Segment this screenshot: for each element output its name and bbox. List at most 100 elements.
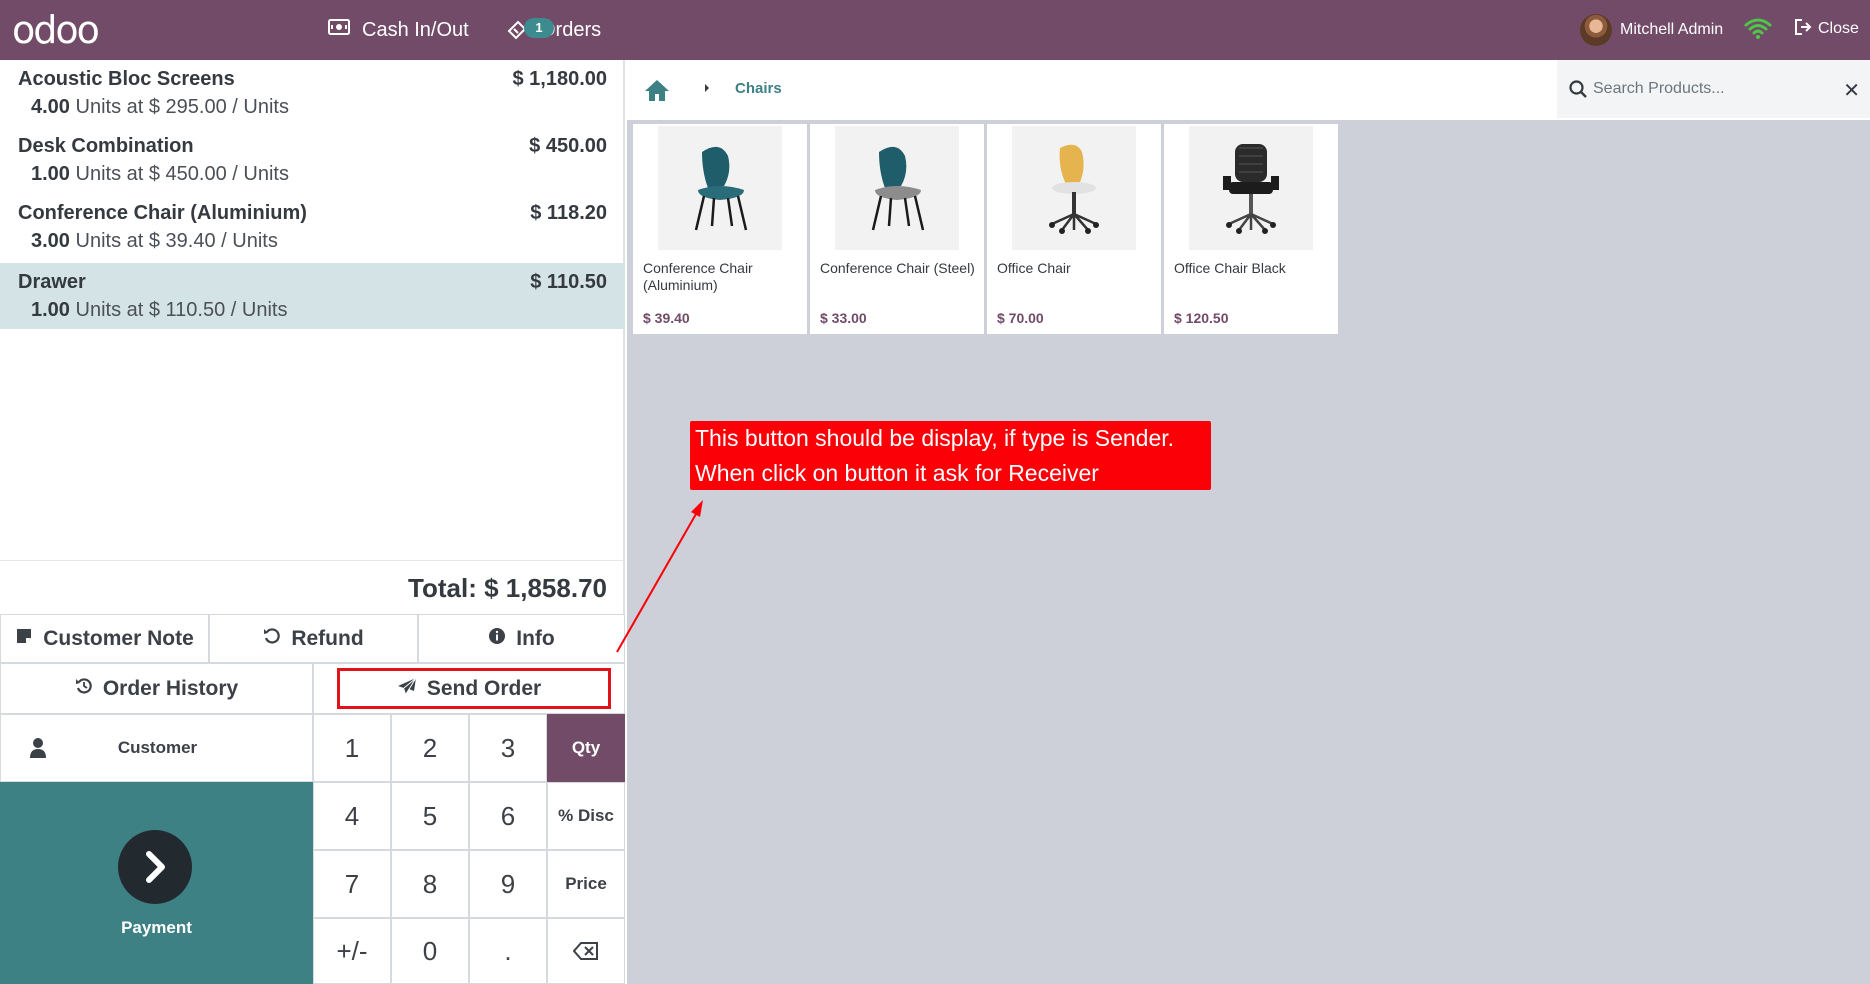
send-order-label: Send Order [426,676,542,700]
annotation-line-1: This button should be display, if type i… [695,425,1175,451]
orderline-price: $ 118.20 [530,202,607,224]
numpad-key-6[interactable]: 6 [469,782,547,850]
clear-search-icon[interactable]: ✕ [1843,78,1860,103]
numpad-key-3[interactable]: 3 [469,714,547,782]
numpad-key-8[interactable]: 8 [391,850,469,918]
numpad-key-7[interactable]: 7 [313,850,391,918]
close-label: Close [1818,20,1859,37]
top-navbar: odoo Cash In/Out 1 Orders Mitchell Admin… [0,0,1870,60]
numpad-key-0[interactable]: 0 [391,918,469,984]
history-icon [75,677,93,701]
product-price: $ 33.00 [820,310,867,326]
numpad-key-4[interactable]: 4 [313,782,391,850]
breadcrumb-category[interactable]: Chairs [735,80,782,97]
annotation-line-2: When click on button it ask for Receiver [695,460,1099,486]
undo-icon [263,627,281,651]
order-history-label: Order History [102,676,239,700]
odoo-logo: odoo [12,8,100,52]
home-icon[interactable] [643,78,671,107]
orderline-qty: 3.00 [31,230,70,252]
payment-label: Payment [121,918,192,937]
orderline-product-name: Desk Combination [18,135,194,157]
caret-right-icon [703,82,711,97]
send-order-button[interactable]: Send Order [313,663,625,714]
orderline-detail: Units at $ 110.50 / Units [75,299,288,321]
order-history-button[interactable]: Order History [0,663,313,714]
orderline-detail: Units at $ 450.00 / Units [75,163,289,185]
annotation-callout: This button should be display, if type i… [690,421,1211,490]
product-card[interactable]: Conference Chair (Aluminium) $ 39.40 [633,124,807,334]
orderline-info: 1.00 Units at $ 110.50 / Units [31,299,287,322]
refund-button[interactable]: Refund [209,614,418,663]
product-card[interactable]: Office Chair Black $ 120.50 [1164,124,1338,334]
user-menu[interactable]: Mitchell Admin [1580,13,1723,47]
backspace-icon [572,936,599,967]
numpad-key-5[interactable]: 5 [391,782,469,850]
info-icon [488,627,506,651]
user-name: Mitchell Admin [1620,21,1724,38]
orders-button[interactable]: 1 Orders [506,12,601,48]
breadcrumb: Chairs ✕ [627,60,1870,120]
sign-out-icon [1794,18,1812,41]
orderline-detail: Units at $ 295.00 / Units [75,96,289,118]
product-price: $ 120.50 [1174,310,1229,326]
orderline-detail: Units at $ 39.40 / Units [75,230,278,252]
chevron-right-icon [118,830,192,904]
orderline-product-name: Drawer [18,271,86,293]
product-image [658,126,782,250]
product-name: Office Chair Black [1174,260,1286,276]
numpad-mode-discount[interactable]: % Disc [547,782,625,850]
order-line[interactable]: Desk Combination $ 450.00 1.00 Units at … [0,127,625,193]
refund-label: Refund [291,626,364,650]
product-screen: Chairs ✕ Conference Chair (Aluminium) $ … [627,60,1870,984]
search-input[interactable] [1593,75,1823,103]
numpad-key-plus-minus[interactable]: +/- [313,918,391,984]
cash-in-out-label: Cash In/Out [362,18,469,41]
order-line[interactable]: Conference Chair (Aluminium) $ 118.20 3.… [0,194,625,260]
cash-in-out-button[interactable]: Cash In/Out [328,12,469,48]
order-line[interactable]: Acoustic Bloc Screens $ 1,180.00 4.00 Un… [0,60,625,126]
product-price: $ 39.40 [643,310,690,326]
wifi-icon[interactable] [1744,16,1772,40]
orderline-qty: 1.00 [31,163,70,185]
money-icon [328,18,350,42]
order-line-selected[interactable]: Drawer $ 110.50 1.00 Units at $ 110.50 /… [0,263,625,329]
avatar [1580,14,1612,46]
numpad-key-9[interactable]: 9 [469,850,547,918]
orderline-info: 4.00 Units at $ 295.00 / Units [31,96,289,119]
product-image [1189,126,1313,250]
product-name: Conference Chair (Steel) [820,260,975,276]
numpad-key-decimal[interactable]: . [469,918,547,984]
numpad-key-1[interactable]: 1 [313,714,391,782]
product-name: Office Chair [997,260,1071,276]
orderline-info: 1.00 Units at $ 450.00 / Units [31,163,289,186]
paper-plane-icon [397,677,417,701]
order-summary: Total: $ 1,858.70 [0,560,625,614]
orderline-product-name: Conference Chair (Aluminium) [18,202,307,224]
orderline-price: $ 1,180.00 [512,68,607,90]
search-icon [1569,80,1587,103]
sticky-note-icon [15,627,33,651]
numpad-key-2[interactable]: 2 [391,714,469,782]
product-card[interactable]: Conference Chair (Steel) $ 33.00 [810,124,984,334]
orderline-qty: 1.00 [31,299,70,321]
orderline-info: 3.00 Units at $ 39.40 / Units [31,230,278,253]
info-button[interactable]: Info [418,614,625,663]
numpad-mode-price[interactable]: Price [547,850,625,918]
numpad-mode-qty[interactable]: Qty [547,714,625,782]
orderline-qty: 4.00 [31,96,70,118]
info-label: Info [516,626,555,650]
product-image [1012,126,1136,250]
close-button[interactable]: Close [1794,16,1859,42]
product-card[interactable]: Office Chair $ 70.00 [987,124,1161,334]
product-search: ✕ [1557,60,1870,118]
product-price: $ 70.00 [997,310,1044,326]
orders-count-badge: 1 [524,18,554,38]
customer-note-label: Customer Note [43,626,194,650]
orderline-product-name: Acoustic Bloc Screens [18,68,235,90]
product-name: Conference Chair (Aluminium) [643,260,753,293]
numpad-backspace[interactable] [547,918,625,984]
customer-button[interactable]: Customer [0,714,313,782]
customer-note-button[interactable]: Customer Note [0,614,209,663]
payment-button[interactable]: Payment [0,782,313,984]
